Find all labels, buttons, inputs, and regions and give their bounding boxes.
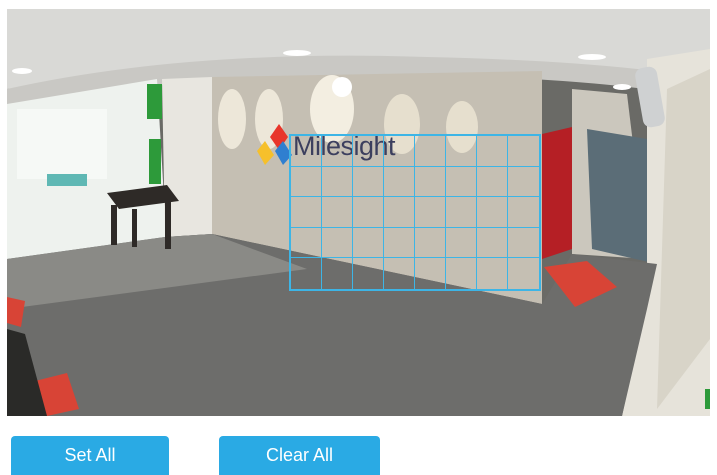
grid-cell[interactable] (415, 258, 446, 289)
grid-cell[interactable] (477, 136, 508, 167)
grid-cell[interactable] (322, 197, 353, 228)
grid-cell[interactable] (322, 258, 353, 289)
motion-detection-area-panel: Milesight Set All Clear All (0, 0, 717, 475)
set-all-button[interactable]: Set All (11, 436, 169, 475)
grid-cell[interactable] (291, 136, 322, 167)
grid-cell[interactable] (446, 166, 477, 198)
grid-cell[interactable] (508, 136, 539, 167)
motion-detection-grid[interactable] (289, 134, 541, 291)
grid-cell[interactable] (291, 166, 322, 198)
grid-cell[interactable] (446, 258, 477, 289)
grid-cell[interactable] (446, 197, 477, 228)
grid-cell[interactable] (353, 136, 384, 167)
grid-cell[interactable] (477, 258, 508, 289)
grid-cell[interactable] (291, 258, 322, 289)
grid-cell[interactable] (353, 197, 384, 228)
grid-cell[interactable] (446, 136, 477, 167)
grid-cell[interactable] (477, 227, 508, 259)
grid-cell[interactable] (415, 227, 446, 259)
grid-cell[interactable] (384, 166, 415, 198)
grid-cell[interactable] (446, 227, 477, 259)
grid-cell[interactable] (508, 228, 539, 259)
grid-cell[interactable] (384, 197, 415, 228)
clear-all-button[interactable]: Clear All (219, 436, 380, 475)
grid-cell[interactable] (353, 166, 384, 198)
grid-cell[interactable] (353, 258, 384, 289)
grid-cell[interactable] (291, 197, 322, 228)
grid-cell[interactable] (291, 227, 322, 259)
grid-cell[interactable] (415, 166, 446, 198)
grid-cell[interactable] (415, 136, 446, 167)
grid-cell[interactable] (415, 197, 446, 228)
grid-cell[interactable] (322, 166, 353, 198)
grid-cell[interactable] (477, 197, 508, 228)
grid-cell[interactable] (508, 258, 539, 289)
grid-cell[interactable] (384, 258, 415, 289)
grid-cell[interactable] (322, 136, 353, 167)
grid-cell[interactable] (322, 227, 353, 259)
camera-live-view: Milesight (7, 9, 710, 416)
grid-cell[interactable] (508, 197, 539, 228)
grid-cell[interactable] (477, 166, 508, 198)
grid-cell[interactable] (508, 167, 539, 198)
grid-cell[interactable] (384, 136, 415, 167)
grid-cell[interactable] (353, 227, 384, 259)
grid-cell[interactable] (384, 227, 415, 259)
